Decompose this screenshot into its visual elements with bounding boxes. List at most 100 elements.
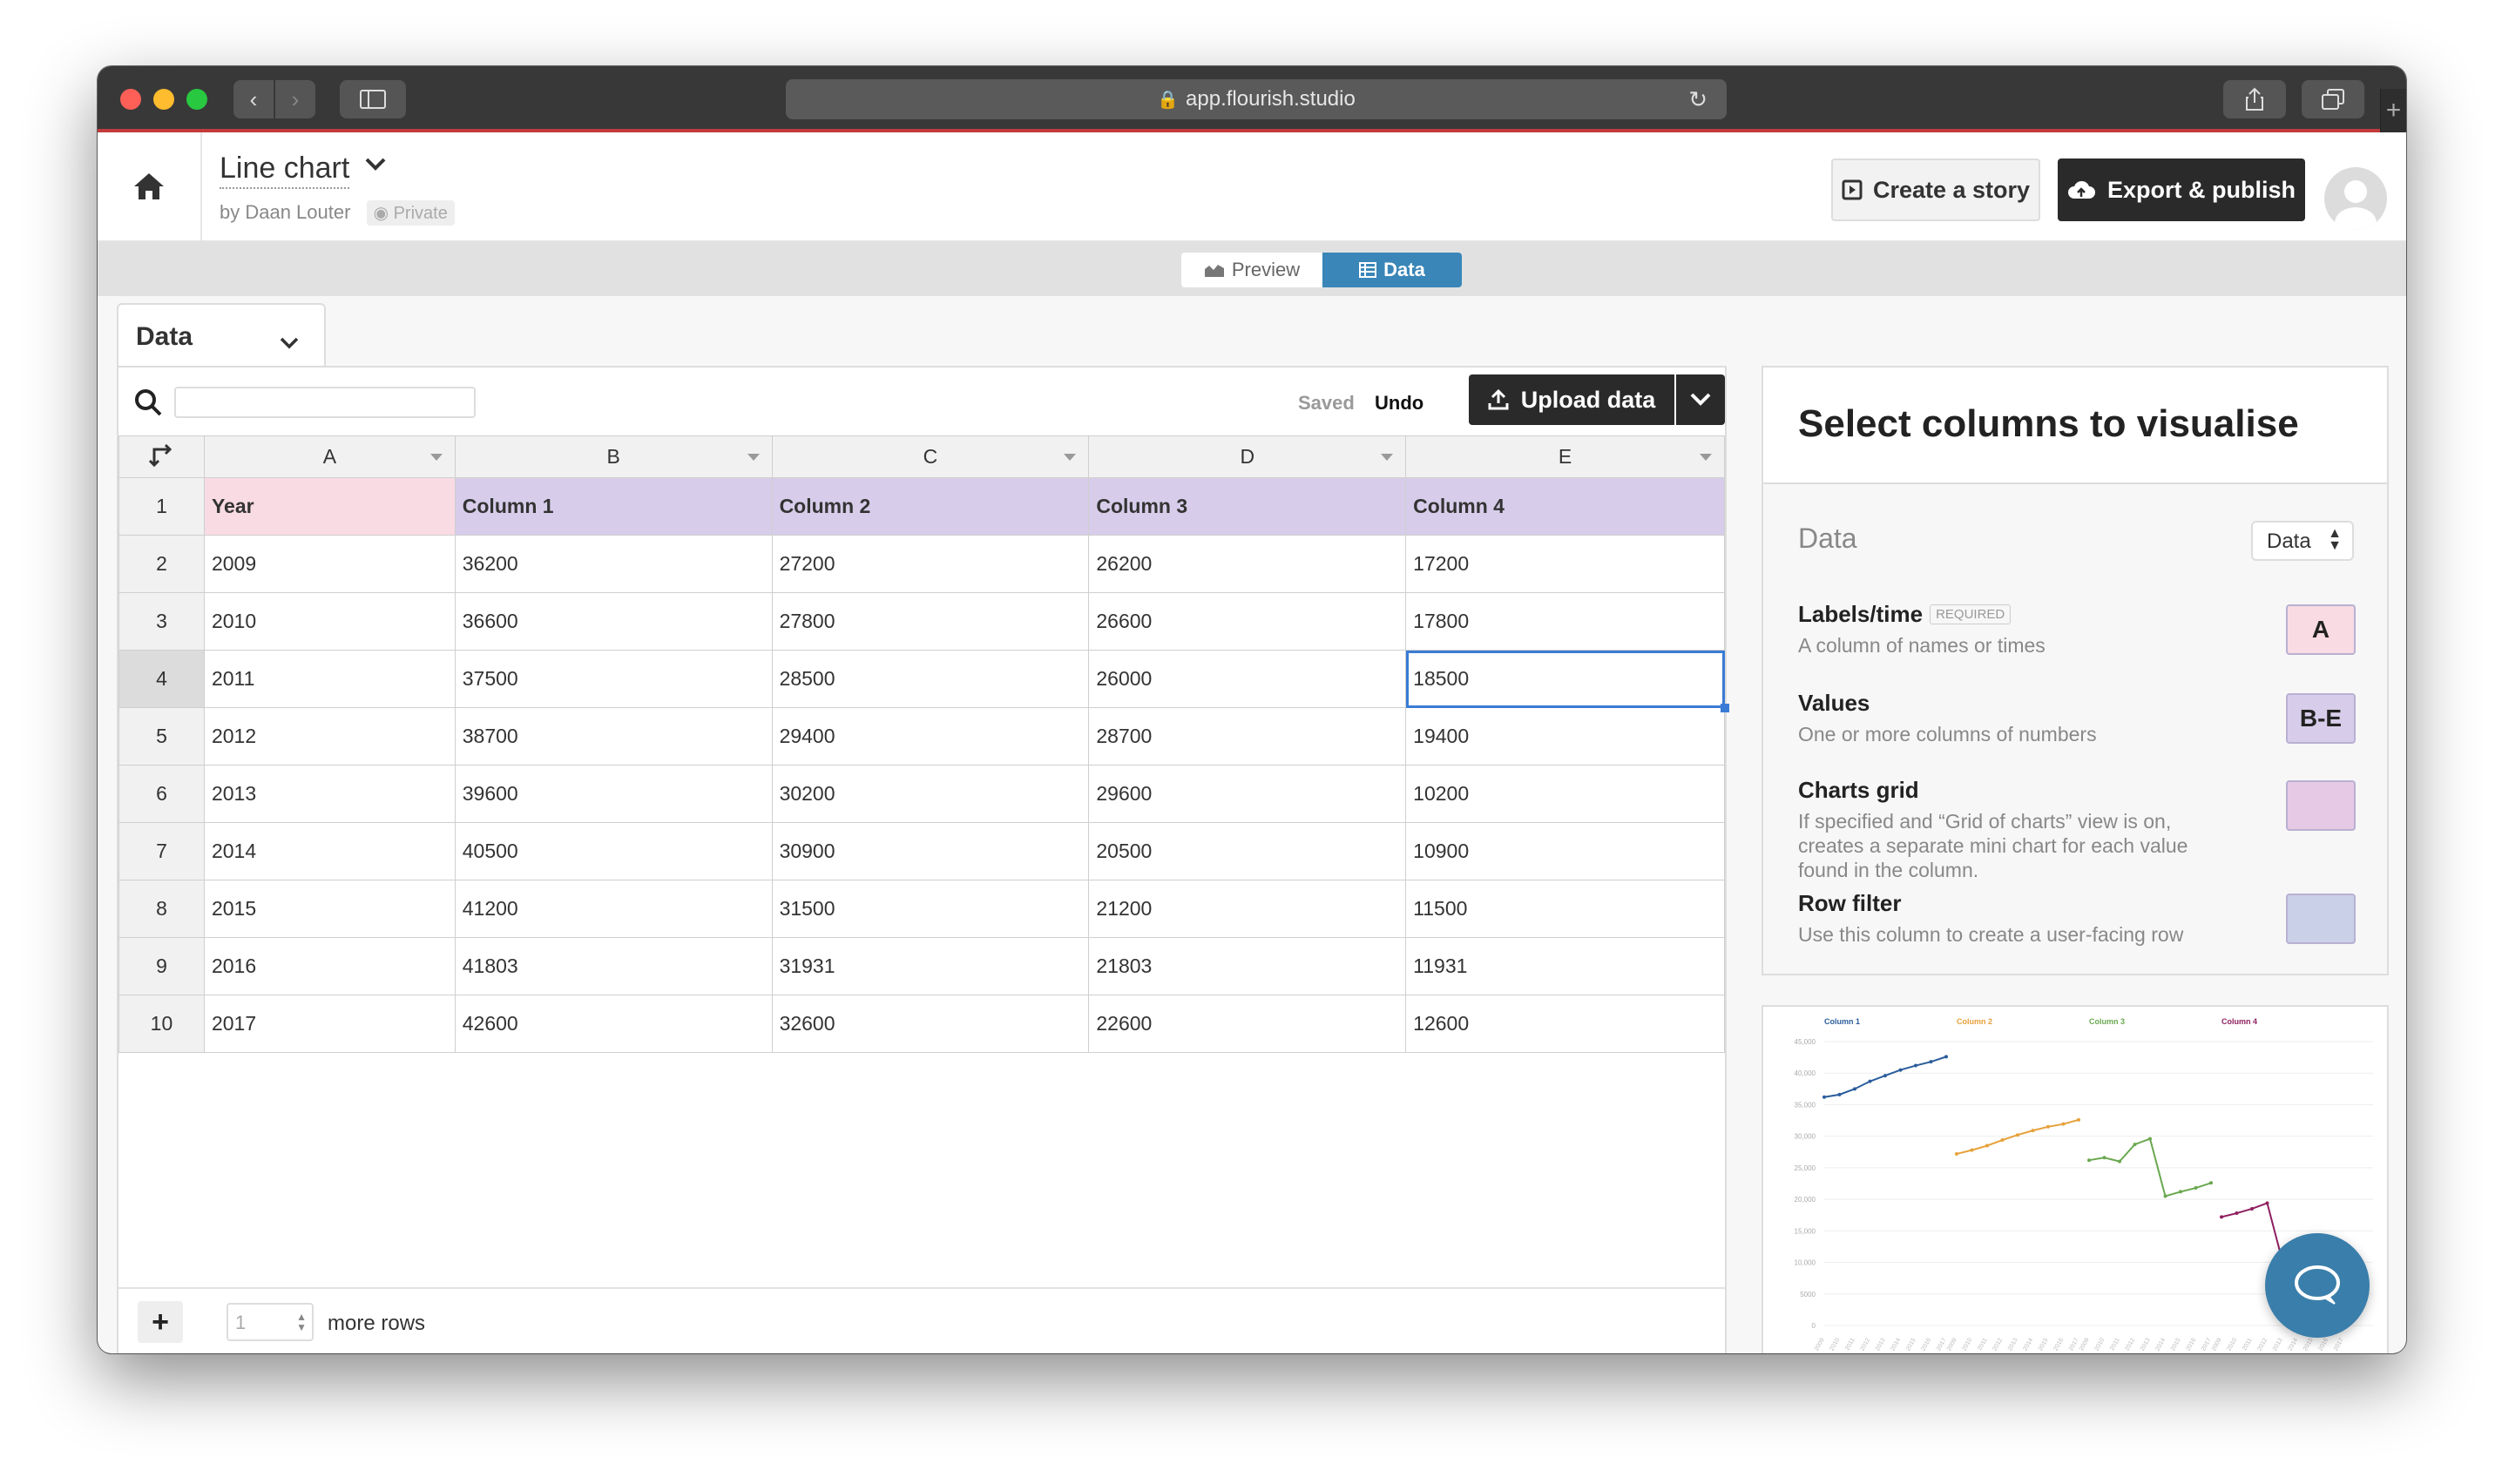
column-selector-chip[interactable]: B-E bbox=[2286, 693, 2356, 744]
row-number[interactable]: 4 bbox=[118, 650, 205, 708]
table-cell[interactable]: 27200 bbox=[771, 535, 1090, 593]
search-input[interactable] bbox=[174, 387, 476, 418]
table-cell[interactable]: 37500 bbox=[454, 650, 773, 708]
column-header-c[interactable]: C bbox=[771, 435, 1090, 478]
table-cell[interactable]: 41200 bbox=[454, 880, 773, 938]
table-cell[interactable]: 2013 bbox=[203, 765, 456, 823]
column-menu-icon[interactable] bbox=[1064, 454, 1077, 461]
column-selector-chip[interactable] bbox=[2286, 780, 2356, 831]
table-cell[interactable]: 30200 bbox=[771, 765, 1090, 823]
chart-title[interactable]: Line chart bbox=[220, 152, 350, 189]
table-cell[interactable]: 27800 bbox=[771, 592, 1090, 651]
table-cell[interactable]: 11500 bbox=[1405, 880, 1725, 938]
tab-preview[interactable]: Preview bbox=[1181, 253, 1322, 287]
column-menu-icon[interactable] bbox=[429, 454, 443, 461]
table-cell[interactable]: 18500 bbox=[1405, 650, 1729, 712]
row-number[interactable]: 7 bbox=[118, 822, 205, 880]
table-cell[interactable]: 42600 bbox=[454, 995, 773, 1053]
table-cell[interactable]: 10200 bbox=[1405, 765, 1725, 823]
close-window-button[interactable] bbox=[120, 89, 141, 110]
table-cell[interactable]: 2012 bbox=[203, 707, 456, 766]
row-number[interactable]: 9 bbox=[118, 937, 205, 995]
stepper-arrows-icon[interactable]: ▲ ▼ bbox=[296, 1312, 307, 1332]
home-button[interactable] bbox=[98, 132, 202, 240]
table-cell[interactable]: 26600 bbox=[1088, 592, 1407, 651]
table-cell[interactable]: Column 3 bbox=[1088, 477, 1407, 536]
upload-data-button[interactable]: Upload data bbox=[1469, 374, 1674, 425]
row-number[interactable]: 10 bbox=[118, 995, 205, 1053]
avatar[interactable] bbox=[2324, 167, 2387, 230]
table-cell[interactable]: 36600 bbox=[454, 592, 773, 651]
column-menu-icon[interactable] bbox=[747, 454, 760, 461]
column-menu-icon[interactable] bbox=[1700, 454, 1712, 461]
table-cell[interactable]: 10900 bbox=[1405, 822, 1725, 880]
table-cell[interactable]: 28700 bbox=[1088, 707, 1407, 766]
chevron-down-icon[interactable] bbox=[279, 327, 300, 357]
table-cell[interactable]: 20500 bbox=[1088, 822, 1407, 880]
table-cell[interactable]: 30900 bbox=[771, 822, 1090, 880]
column-selector-chip[interactable] bbox=[2286, 894, 2356, 944]
table-cell[interactable]: 40500 bbox=[454, 822, 773, 880]
undo-button[interactable]: Undo bbox=[1375, 392, 1423, 415]
table-cell[interactable]: 17800 bbox=[1405, 592, 1725, 651]
table-cell[interactable]: 2015 bbox=[203, 880, 456, 938]
table-cell[interactable]: 31931 bbox=[771, 937, 1090, 995]
table-cell[interactable]: 38700 bbox=[454, 707, 773, 766]
table-cell[interactable]: 39600 bbox=[454, 765, 773, 823]
column-header-a[interactable]: A bbox=[203, 435, 456, 478]
table-cell[interactable]: 21803 bbox=[1088, 937, 1407, 995]
table-cell[interactable]: 2010 bbox=[203, 592, 456, 651]
table-cell[interactable]: 26000 bbox=[1088, 650, 1407, 708]
help-chat-button[interactable] bbox=[2265, 1233, 2370, 1338]
chevron-down-icon[interactable] bbox=[364, 157, 387, 177]
sidebar-toggle-button[interactable] bbox=[340, 80, 406, 118]
table-cell[interactable]: 11931 bbox=[1405, 937, 1725, 995]
table-cell[interactable]: 2016 bbox=[203, 937, 456, 995]
address-bar[interactable]: 🔒 app.flourish.studio ↻ bbox=[786, 79, 1727, 119]
tab-data[interactable]: Data bbox=[1322, 253, 1462, 287]
minimize-window-button[interactable] bbox=[153, 89, 174, 110]
table-cell[interactable]: 17200 bbox=[1405, 535, 1725, 593]
row-number[interactable]: 1 bbox=[118, 477, 205, 536]
table-cell[interactable]: 31500 bbox=[771, 880, 1090, 938]
row-number[interactable]: 3 bbox=[118, 592, 205, 651]
row-number[interactable]: 8 bbox=[118, 880, 205, 938]
export-publish-button[interactable]: Export & publish bbox=[2058, 159, 2305, 221]
upload-options-dropdown[interactable] bbox=[1676, 374, 1725, 425]
reload-icon[interactable]: ↻ bbox=[1688, 86, 1707, 113]
row-number[interactable]: 2 bbox=[118, 535, 205, 593]
column-selector-chip[interactable]: A bbox=[2286, 604, 2356, 655]
table-cell[interactable]: 22600 bbox=[1088, 995, 1407, 1053]
column-header-d[interactable]: D bbox=[1088, 435, 1407, 478]
back-button[interactable]: ‹ bbox=[233, 80, 274, 118]
table-cell[interactable]: 29400 bbox=[771, 707, 1090, 766]
table-cell[interactable]: 12600 bbox=[1405, 995, 1725, 1053]
row-count-stepper[interactable]: 1 ▲ ▼ bbox=[227, 1303, 314, 1341]
add-rows-button[interactable]: + bbox=[138, 1301, 183, 1343]
column-header-b[interactable]: B bbox=[454, 435, 773, 478]
corner-cell[interactable] bbox=[118, 435, 205, 478]
dataset-select[interactable]: Data ▲ ▼ bbox=[2251, 521, 2354, 561]
table-cell[interactable]: 26200 bbox=[1088, 535, 1407, 593]
table-cell[interactable]: Column 4 bbox=[1405, 477, 1725, 536]
sheet-tab-data[interactable]: Data bbox=[117, 303, 326, 368]
tab-overview-button[interactable] bbox=[2302, 80, 2364, 118]
table-cell[interactable]: 28500 bbox=[771, 650, 1090, 708]
table-cell[interactable]: 2017 bbox=[203, 995, 456, 1053]
create-story-button[interactable]: Create a story bbox=[1831, 159, 2040, 221]
zoom-window-button[interactable] bbox=[186, 89, 207, 110]
table-cell[interactable]: 36200 bbox=[454, 535, 773, 593]
row-number[interactable]: 5 bbox=[118, 707, 205, 766]
table-cell[interactable]: Column 1 bbox=[454, 477, 773, 536]
column-menu-icon[interactable] bbox=[1381, 454, 1394, 461]
table-cell[interactable]: 32600 bbox=[771, 995, 1090, 1053]
table-cell[interactable]: 21200 bbox=[1088, 880, 1407, 938]
table-cell[interactable]: 2014 bbox=[203, 822, 456, 880]
share-button[interactable] bbox=[2223, 80, 2286, 118]
table-cell[interactable]: 2011 bbox=[203, 650, 456, 708]
new-tab-button[interactable]: + bbox=[2380, 89, 2406, 132]
table-cell[interactable]: Year bbox=[203, 477, 456, 536]
fill-handle[interactable] bbox=[1721, 704, 1729, 712]
forward-button[interactable]: › bbox=[275, 80, 315, 118]
table-cell[interactable]: 41803 bbox=[454, 937, 773, 995]
